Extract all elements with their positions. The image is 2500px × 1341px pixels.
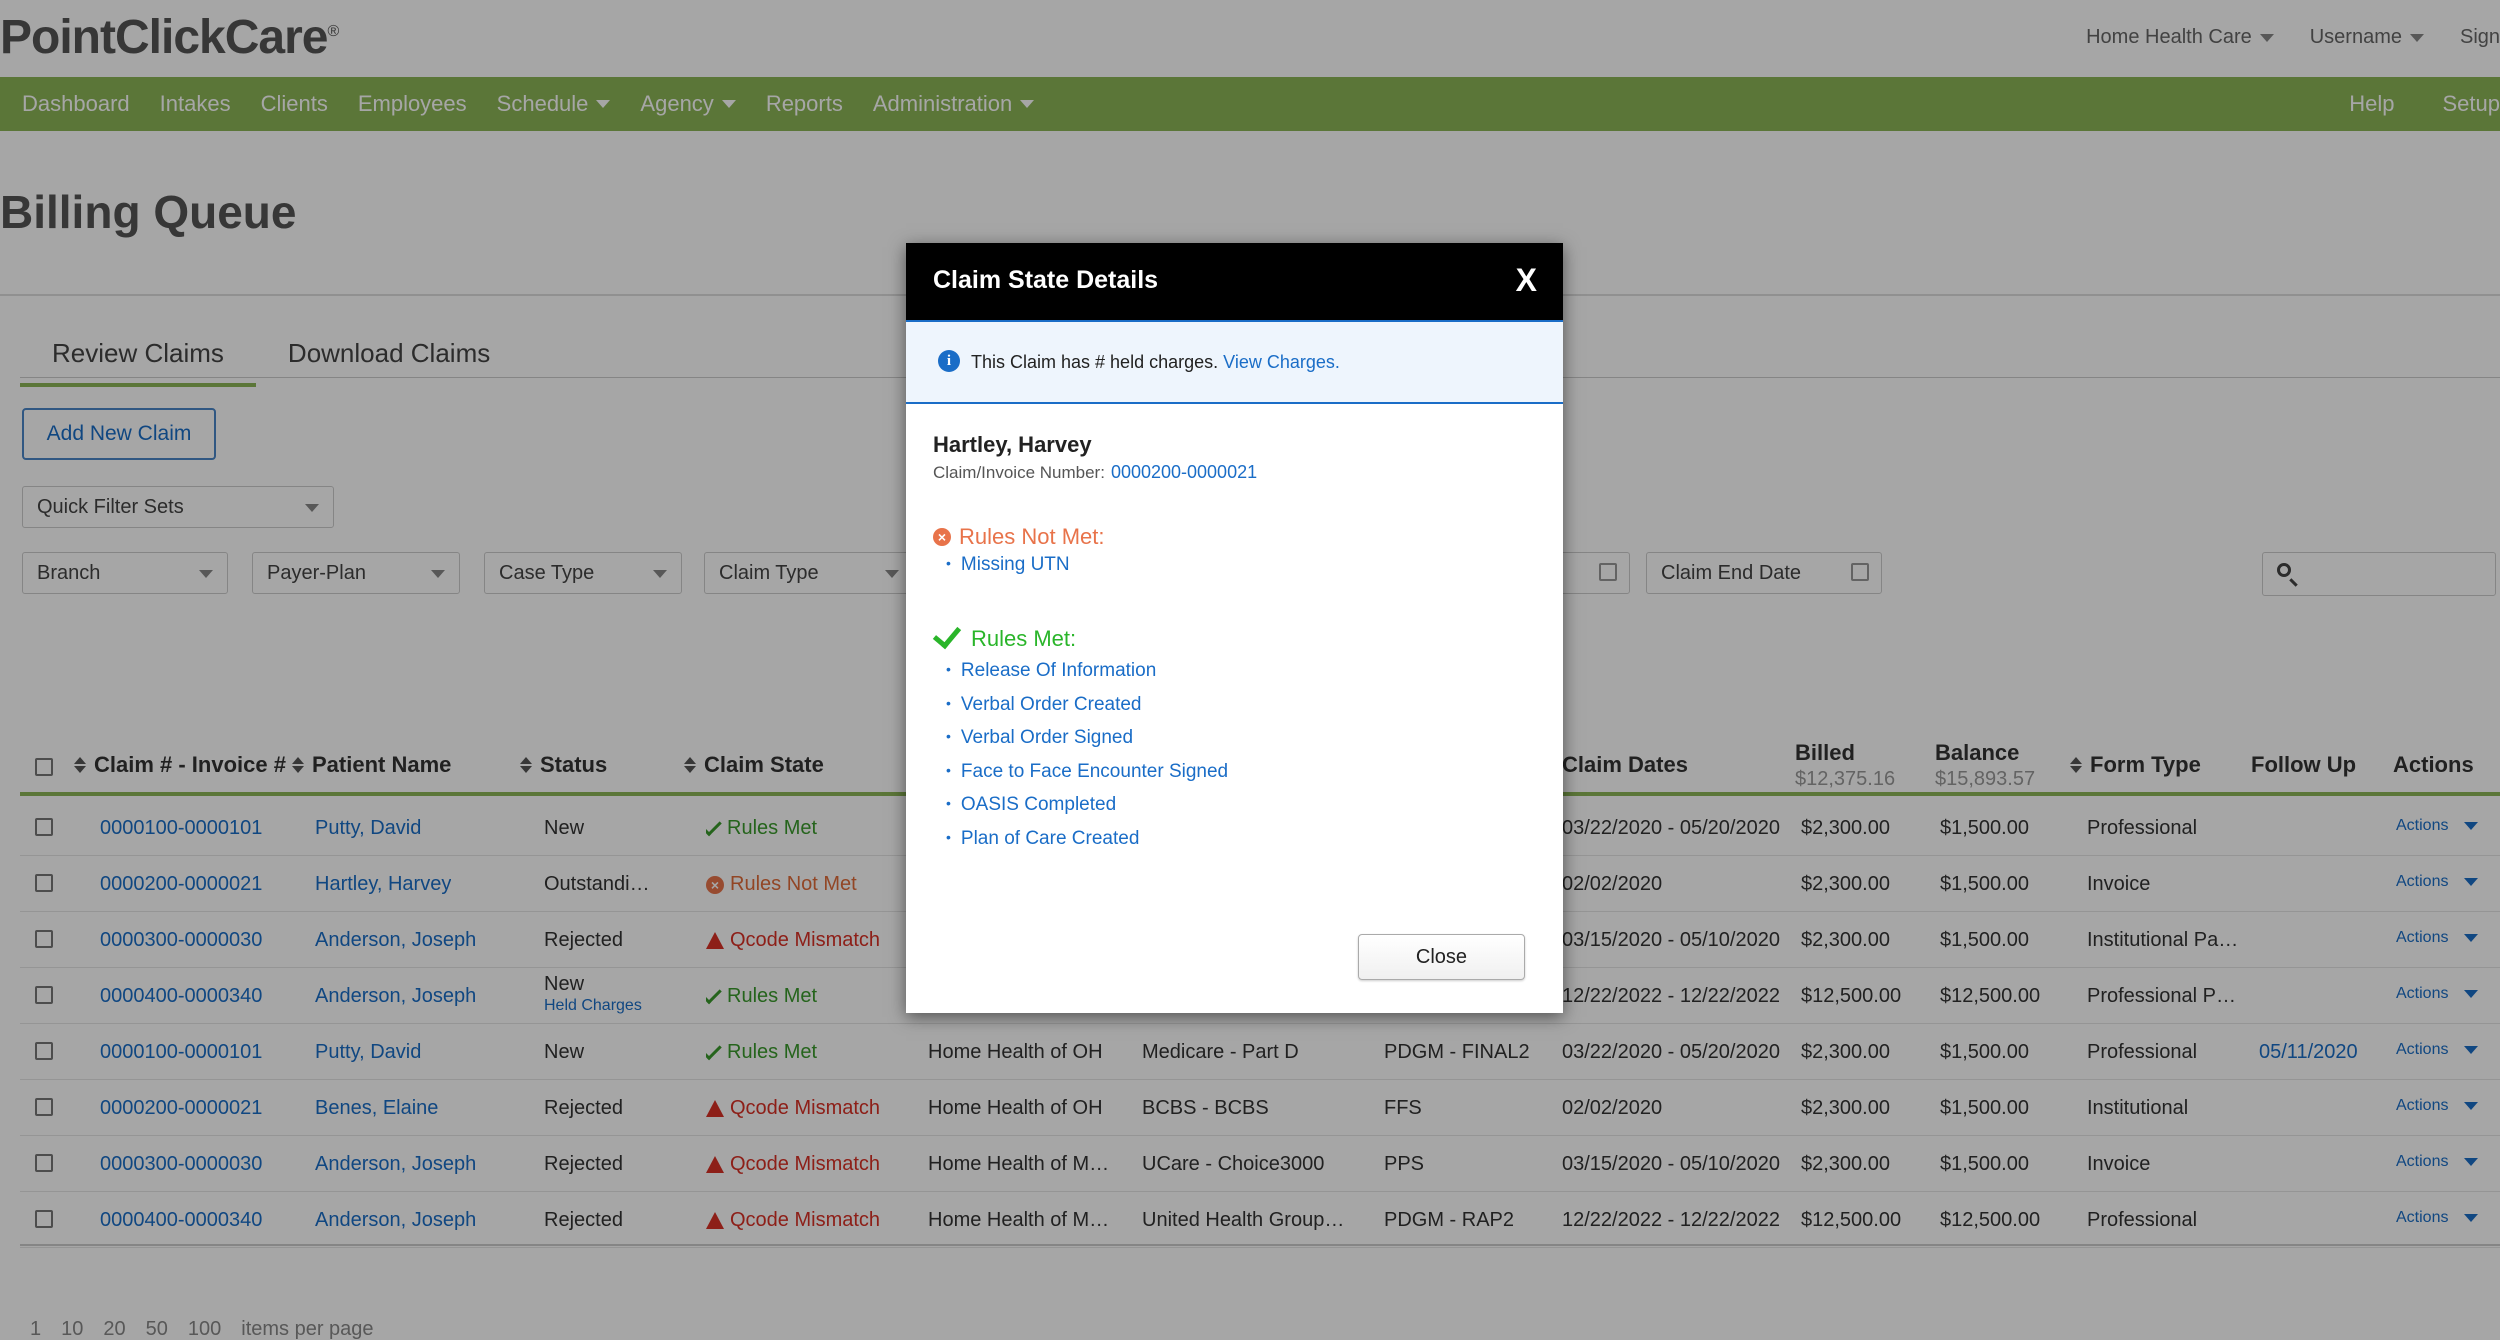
- rules-met-heading: Rules Met:: [933, 626, 1076, 652]
- rule-met-item[interactable]: Plan of Care Created: [946, 828, 1139, 850]
- rule-met-item[interactable]: Verbal Order Created: [946, 694, 1142, 716]
- view-charges-link[interactable]: View Charges.: [1223, 352, 1340, 372]
- checkmark-icon: [933, 619, 961, 648]
- modal-header: Claim State Details X: [906, 243, 1563, 320]
- rule-met-item[interactable]: Release Of Information: [946, 660, 1156, 682]
- close-icon[interactable]: X: [1516, 262, 1537, 299]
- info-banner: i This Claim has # held charges. View Ch…: [906, 320, 1563, 404]
- patient-name: Hartley, Harvey: [933, 432, 1092, 458]
- close-button[interactable]: Close: [1358, 934, 1525, 980]
- claim-number-link[interactable]: 0000200-0000021: [1111, 462, 1257, 482]
- claim-number-line: Claim/Invoice Number:0000200-0000021: [933, 462, 1257, 483]
- error-circle-icon: ×: [933, 528, 951, 546]
- info-icon: i: [938, 350, 960, 372]
- rules-not-met-heading: × Rules Not Met:: [933, 524, 1105, 550]
- modal-title: Claim State Details: [933, 266, 1158, 295]
- rule-met-item[interactable]: Face to Face Encounter Signed: [946, 761, 1228, 783]
- info-text: This Claim has # held charges.: [971, 352, 1218, 372]
- rule-missing-utn[interactable]: Missing UTN: [946, 554, 1070, 576]
- rule-met-item[interactable]: OASIS Completed: [946, 794, 1116, 816]
- rule-met-item[interactable]: Verbal Order Signed: [946, 727, 1133, 749]
- claim-state-modal: Claim State Details X i This Claim has #…: [906, 243, 1563, 1013]
